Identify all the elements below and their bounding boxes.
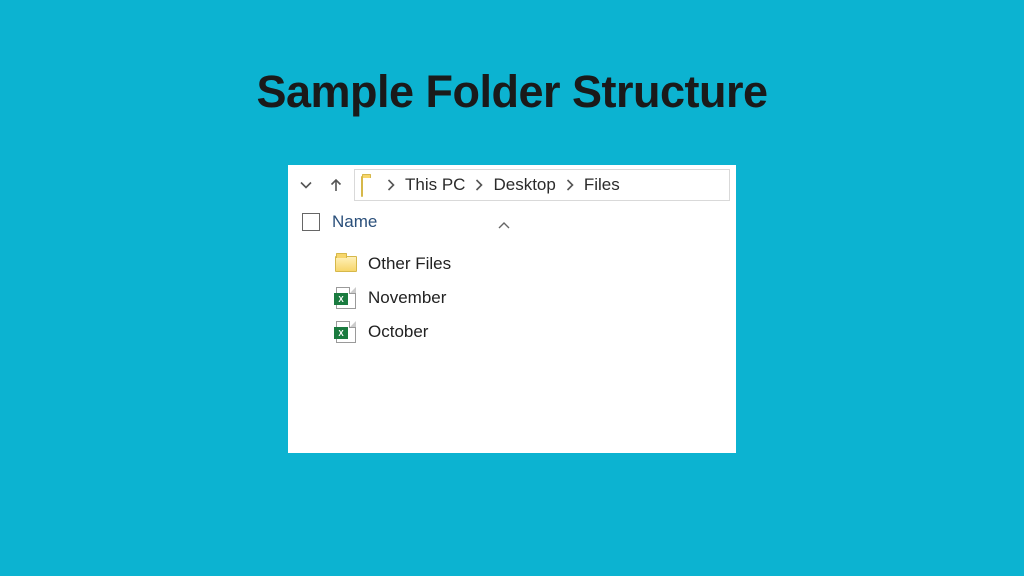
list-item[interactable]: Other Files [334, 247, 736, 281]
item-label: Other Files [368, 254, 451, 274]
arrow-up-icon [328, 177, 344, 193]
history-dropdown-button[interactable] [294, 173, 318, 197]
item-label: November [368, 288, 446, 308]
breadcrumb-bar[interactable]: This PC Desktop Files [354, 169, 730, 201]
address-bar-row: This PC Desktop Files [288, 165, 736, 205]
breadcrumb-segment[interactable]: This PC [399, 173, 471, 197]
folder-icon [334, 252, 358, 276]
list-item[interactable]: November [334, 281, 736, 315]
column-header-row: Name [288, 205, 736, 239]
chevron-right-icon [564, 179, 576, 191]
chevron-right-icon [473, 179, 485, 191]
chevron-up-icon [498, 222, 510, 230]
folder-icon [361, 177, 381, 193]
excel-file-icon [334, 320, 358, 344]
file-list: Other Files November October [288, 239, 736, 349]
item-label: October [368, 322, 428, 342]
excel-file-icon [334, 286, 358, 310]
breadcrumb-segment[interactable]: Desktop [487, 173, 561, 197]
slide-title: Sample Folder Structure [0, 66, 1024, 118]
chevron-right-icon [385, 179, 397, 191]
chevron-down-icon [300, 179, 312, 191]
file-explorer-window: This PC Desktop Files Name Other Files [288, 165, 736, 453]
breadcrumb-segment[interactable]: Files [578, 173, 626, 197]
select-all-checkbox[interactable] [302, 213, 320, 231]
nav-up-button[interactable] [324, 173, 348, 197]
sort-indicator[interactable] [498, 217, 510, 235]
column-header-name[interactable]: Name [332, 212, 377, 232]
list-item[interactable]: October [334, 315, 736, 349]
